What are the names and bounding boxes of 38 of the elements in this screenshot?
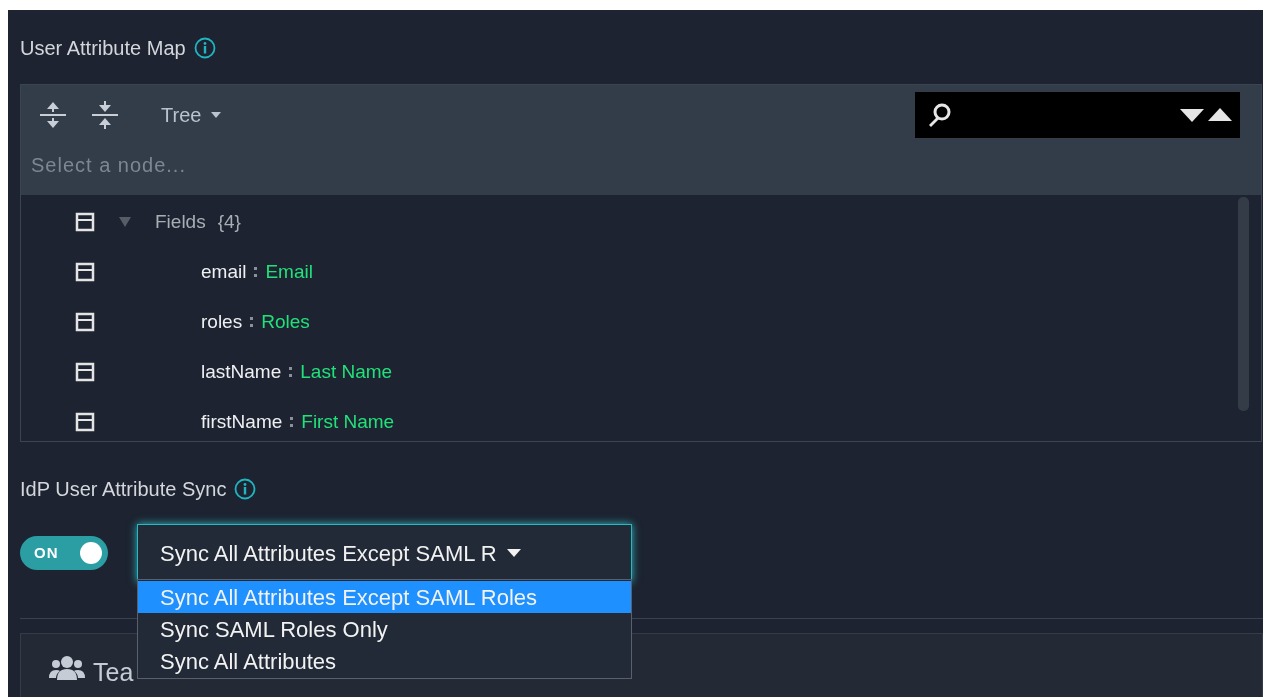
separator-icon — [289, 367, 293, 377]
separator-icon — [250, 317, 254, 327]
field-key: lastName — [201, 357, 282, 387]
field-key: roles — [201, 307, 243, 337]
sync-mode-select[interactable]: Sync All Attributes Except SAML R — [137, 524, 632, 582]
info-icon[interactable] — [193, 37, 216, 59]
caret-icon — [211, 112, 222, 118]
field-value: Email — [265, 259, 313, 284]
node-count: {4} — [217, 209, 241, 234]
collapse-all-icon[interactable] — [91, 100, 119, 130]
node-label: Fields — [155, 209, 206, 234]
scrollbar[interactable] — [1238, 197, 1249, 411]
separator-icon — [254, 267, 258, 277]
expand-all-icon[interactable] — [39, 100, 67, 130]
context-menu-icon[interactable] — [75, 312, 95, 332]
dropdown-option[interactable]: Sync All Attributes — [138, 645, 631, 677]
field-key: email — [201, 257, 247, 287]
field-value: Roles — [261, 309, 310, 334]
info-icon[interactable] — [234, 478, 257, 500]
dropdown-option[interactable]: Sync SAML Roles Only — [138, 613, 631, 645]
section-title: User Attribute Map — [20, 36, 186, 61]
context-menu-icon[interactable] — [75, 362, 95, 382]
separator-icon — [290, 417, 294, 427]
section-heading[interactable]: Tea — [93, 654, 134, 692]
field-value: Last Name — [300, 359, 393, 384]
field-value: First Name — [301, 409, 395, 434]
context-menu-icon[interactable] — [75, 212, 95, 232]
mode-dropdown[interactable]: Tree — [161, 100, 222, 130]
context-menu-icon[interactable] — [75, 412, 95, 432]
users-icon — [49, 654, 85, 682]
search-field[interactable] — [915, 92, 1240, 138]
field-key: firstName — [201, 407, 283, 437]
context-menu-icon[interactable] — [75, 262, 95, 282]
search-next-icon[interactable] — [1180, 107, 1204, 123]
search-previous-icon[interactable] — [1208, 107, 1232, 123]
section-title: IdP User Attribute Sync — [20, 477, 227, 502]
expand-toggle-icon[interactable] — [119, 217, 131, 227]
caret-icon — [506, 549, 521, 557]
